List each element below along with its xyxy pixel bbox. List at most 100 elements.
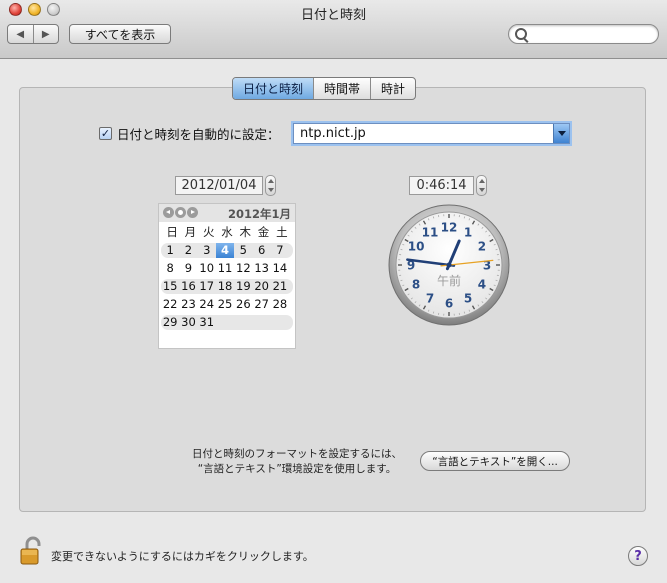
clock-numeral: 8 (412, 278, 420, 292)
weekday-label: 木 (239, 225, 252, 239)
prev-month-icon[interactable] (163, 207, 174, 218)
weekday-label: 日 (166, 225, 178, 239)
calendar-day[interactable]: 23 (179, 297, 197, 312)
auto-set-checkbox[interactable]: ✓ (99, 127, 112, 140)
search-field[interactable] (508, 24, 659, 44)
forward-button[interactable]: ▶ (32, 25, 59, 43)
calendar-day[interactable]: 28 (271, 297, 289, 312)
clock-numeral: 7 (426, 291, 434, 305)
calendar-header: 2012年1月 (159, 204, 295, 222)
calendar-day[interactable]: 31 (198, 315, 216, 330)
calendar-empty-cell (216, 315, 234, 330)
weekday-label: 水 (221, 225, 233, 239)
calendar-empty-cell (271, 315, 289, 330)
clock-numeral: 12 (441, 221, 458, 235)
tab-clock[interactable]: 時計 (370, 78, 415, 99)
weekday-label: 火 (202, 225, 215, 239)
calendar-day[interactable]: 24 (198, 297, 216, 312)
chevron-down-icon (557, 131, 566, 136)
calendar-day[interactable]: 5 (234, 243, 252, 258)
calendar-week-row: 8 9 10 11 12 13 14 (161, 261, 293, 276)
calendar-day[interactable]: 22 (161, 297, 179, 312)
tab-date-time[interactable]: 日付と時刻 (233, 78, 314, 99)
calendar-day[interactable]: 18 (216, 279, 234, 294)
calendar-day[interactable]: 26 (234, 297, 252, 312)
calendar-day[interactable]: 2 (179, 243, 197, 258)
tab-time-zone[interactable]: 時間帯 (313, 78, 370, 99)
calendar-day[interactable]: 16 (179, 279, 197, 294)
calendar: 2012年1月 日 月 火 水 木 金 土 1 2 3 4 5 6 7 8 9 10 11 12 13 1… (158, 203, 296, 349)
back-button[interactable]: ◀ (8, 25, 33, 43)
dropdown-button[interactable] (553, 124, 569, 143)
calendar-day[interactable]: 4 (215, 243, 235, 258)
clock-numeral: 11 (422, 226, 439, 240)
analog-clock: 12 1234567891011 午前 (388, 204, 510, 326)
calendar-day[interactable]: 27 (252, 297, 270, 312)
calendar-day[interactable]: 12 (234, 261, 252, 276)
clock-numeral: 1 (464, 226, 472, 240)
format-description: 日付と時刻のフォーマットを設定するには、 “言語とテキスト”環境設定を使用します… (184, 447, 410, 477)
window-title: 日付と時刻 (300, 8, 366, 23)
calendar-month-label: 2012年1月 (227, 207, 291, 221)
weekday-label: 土 (276, 225, 288, 239)
auto-set-row: ✓ 日付と時刻を自動的に設定： (99, 124, 280, 143)
format-line-1: 日付と時刻のフォーマットを設定するには、 (192, 448, 402, 460)
clock-center-cap (446, 262, 452, 268)
calendar-day[interactable]: 8 (161, 261, 179, 276)
calendar-day[interactable]: 3 (198, 243, 216, 258)
calendar-day[interactable]: 29 (161, 315, 179, 330)
search-icon (515, 28, 527, 40)
calendar-week-row: 1234567 (161, 243, 293, 258)
calendar-day[interactable]: 14 (271, 261, 289, 276)
weekday-label: 月 (184, 225, 197, 239)
format-line-2: “言語とテキスト”環境設定を使用します。 (197, 463, 397, 475)
time-field[interactable]: 0:46:14 (409, 176, 474, 195)
window-toolbar: 日付と時刻 ◀ ▶ すべてを表示 (0, 0, 667, 59)
calendar-day[interactable]: 17 (198, 279, 216, 294)
calendar-day[interactable]: 9 (179, 261, 197, 276)
calendar-day[interactable]: 7 (271, 243, 289, 258)
clock-ampm-label: 午前 (437, 273, 461, 288)
time-stepper[interactable] (476, 175, 487, 196)
lock-message: 変更できないようにするにはカギをクリックします。 (51, 550, 314, 563)
calendar-day[interactable]: 1 (161, 243, 179, 258)
calendar-week-row: 22 23 24 25 26 27 28 (161, 297, 293, 312)
calendar-day[interactable]: 21 (271, 279, 289, 294)
clock-numeral: 5 (464, 291, 472, 305)
auto-set-label: 日付と時刻を自動的に設定： (117, 127, 280, 142)
back-forward-control: ◀ ▶ (7, 24, 59, 44)
calendar-day[interactable]: 20 (252, 279, 270, 294)
forward-arrow-icon: ▶ (41, 28, 50, 40)
clock-numeral: 2 (478, 240, 486, 254)
calendar-empty-cell (252, 315, 270, 330)
clock-numeral: 10 (408, 240, 425, 254)
weekday-label: 金 (257, 225, 270, 239)
calendar-week-row: 29 30 31 (161, 315, 293, 330)
search-input[interactable] (529, 26, 653, 44)
today-icon[interactable] (175, 207, 186, 218)
back-arrow-icon: ◀ (16, 28, 25, 40)
time-server-value[interactable]: ntp.nict.jp (300, 126, 366, 141)
calendar-day[interactable]: 13 (252, 261, 270, 276)
calendar-day[interactable]: 19 (234, 279, 252, 294)
calendar-day[interactable]: 10 (198, 261, 216, 276)
help-button[interactable]: ? (628, 546, 648, 566)
lock-icon[interactable] (19, 536, 45, 566)
calendar-day[interactable]: 15 (161, 279, 179, 294)
next-month-icon[interactable] (187, 207, 198, 218)
calendar-day[interactable]: 6 (252, 243, 270, 258)
date-field[interactable]: 2012/01/04 (175, 176, 263, 195)
calendar-weekdays: 日 月 火 水 木 金 土 (163, 224, 291, 240)
tab-bar: 日付と時刻 時間帯 時計 (232, 77, 417, 100)
calendar-empty-cell (234, 315, 252, 330)
calendar-day[interactable]: 30 (179, 315, 197, 330)
show-all-button[interactable]: すべてを表示 (69, 24, 171, 44)
calendar-day[interactable]: 11 (216, 261, 234, 276)
clock-numeral: 4 (478, 278, 486, 292)
open-language-text-button[interactable]: “言語とテキスト”を開く... (420, 451, 570, 471)
clock-numeral: 6 (445, 297, 453, 311)
time-server-combobox[interactable]: ntp.nict.jp (293, 123, 570, 144)
date-stepper[interactable] (265, 175, 276, 196)
calendar-day[interactable]: 25 (216, 297, 234, 312)
calendar-week-row: 15 16 17 18 19 20 21 (161, 279, 293, 294)
